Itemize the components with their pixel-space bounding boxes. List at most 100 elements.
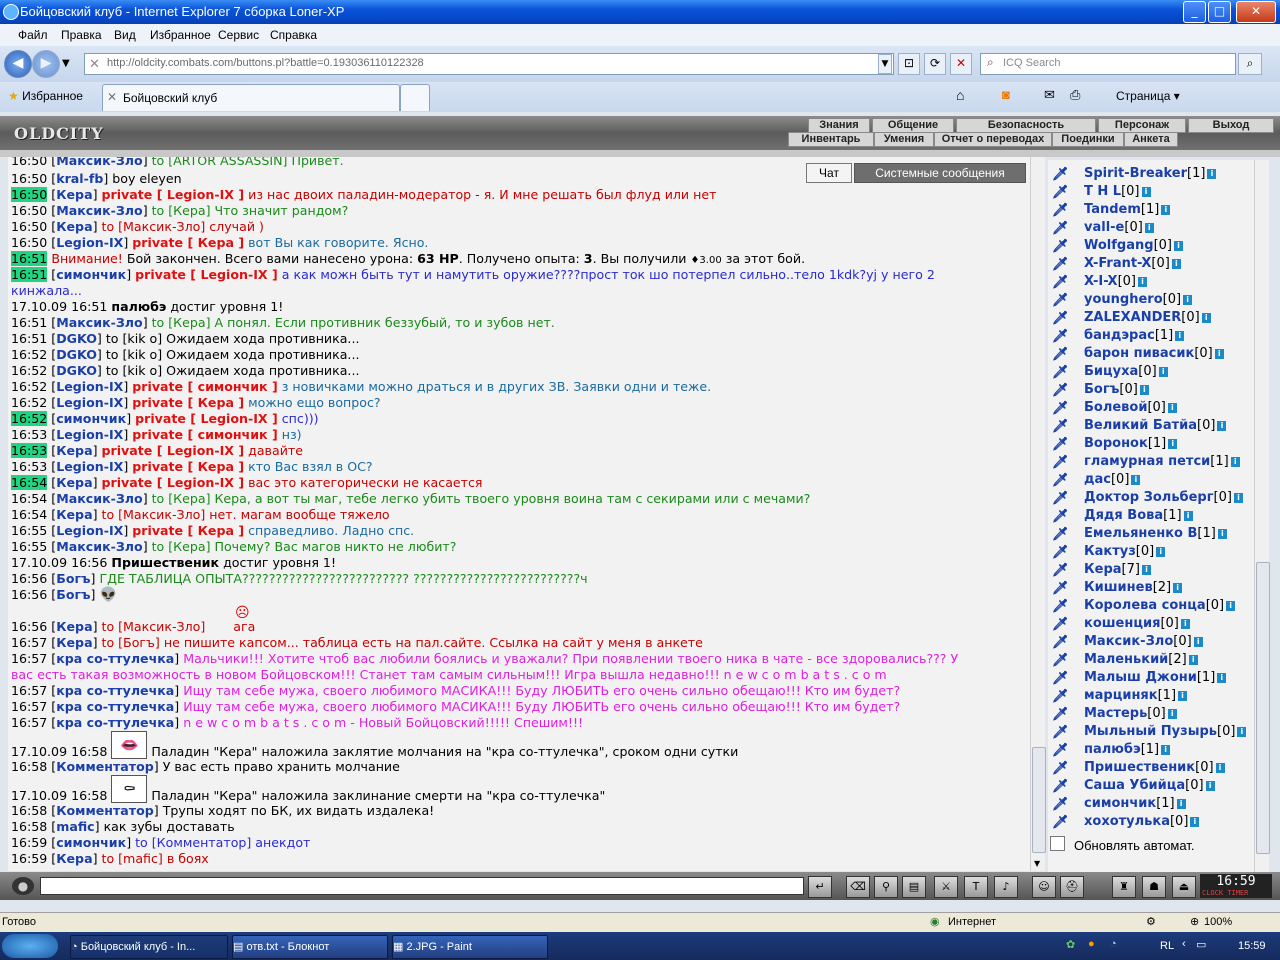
user-list-item[interactable]: 🗡 younghero[0] i: [1052, 292, 1193, 310]
menu-knowledge[interactable]: Знания: [808, 118, 870, 133]
user-list-item[interactable]: 🗡 Кишинев[2] i: [1052, 580, 1183, 598]
menu-view[interactable]: Вид: [114, 28, 136, 42]
chat-nick[interactable]: Legion-IX: [56, 459, 123, 474]
user-nick[interactable]: Мыльный Пузырь: [1084, 724, 1217, 739]
user-list-item[interactable]: 🗡 Мыльный Пузырь[0] i: [1052, 724, 1247, 742]
user-list-item[interactable]: 🗡 X-Frant-X[0] i: [1052, 256, 1181, 274]
chat-nick[interactable]: Богъ: [56, 587, 90, 602]
user-nick[interactable]: Мастерь: [1084, 706, 1147, 721]
chat-nick[interactable]: Кера: [56, 219, 92, 234]
user-list-item[interactable]: 🗡 Маленький[2] i: [1052, 652, 1198, 670]
user-info-icon[interactable]: i: [1217, 420, 1227, 431]
user-info-icon[interactable]: i: [1201, 312, 1211, 323]
compat-icon[interactable]: ⊡: [898, 53, 920, 75]
mail-icon[interactable]: ✉: [1044, 87, 1055, 103]
auto-refresh-checkbox[interactable]: [1050, 836, 1065, 851]
exit-icon[interactable]: ⏏: [1172, 876, 1196, 898]
chat-scrollbar[interactable]: ▼: [1030, 157, 1046, 871]
feeds-icon[interactable]: ◙: [1002, 87, 1010, 102]
user-nick[interactable]: younghero: [1084, 292, 1163, 307]
user-list-item[interactable]: 🗡 Великий Батйа[0] i: [1052, 418, 1227, 436]
menu-fights[interactable]: Поединки: [1052, 132, 1124, 147]
chat-nick[interactable]: Максик-Зло: [56, 203, 142, 218]
network-icon[interactable]: ▭: [1196, 938, 1206, 951]
user-info-icon[interactable]: i: [1217, 528, 1227, 539]
user-info-icon[interactable]: i: [1173, 240, 1183, 251]
chat-nick[interactable]: Legion-IX: [56, 235, 123, 250]
user-list-item[interactable]: 🗡 гламурная петси[1] i: [1052, 454, 1240, 472]
user-nick[interactable]: Болевой: [1084, 400, 1147, 415]
user-list-item[interactable]: 🗡 Богъ[0] i: [1052, 382, 1149, 400]
start-button[interactable]: [2, 934, 58, 958]
user-nick[interactable]: палюбэ: [1084, 742, 1141, 757]
user-info-icon[interactable]: i: [1190, 816, 1200, 827]
chat-nick[interactable]: кра со-ттулечка: [56, 715, 174, 730]
menu-skills[interactable]: Умения: [874, 132, 934, 147]
home-icon[interactable]: ⌂: [956, 87, 964, 103]
user-info-icon[interactable]: i: [1144, 222, 1154, 233]
search-input[interactable]: ICQ Search ⌕: [980, 53, 1236, 75]
user-info-icon[interactable]: i: [1161, 204, 1171, 215]
user-nick[interactable]: Малыш Джони: [1084, 670, 1197, 685]
user-list-item[interactable]: 🗡 марциняк[1] i: [1052, 688, 1188, 706]
chat-nick[interactable]: Кера: [56, 187, 92, 202]
user-info-icon[interactable]: i: [1226, 600, 1236, 611]
user-info-icon[interactable]: i: [1178, 690, 1188, 701]
chat-nick[interactable]: Кера: [56, 619, 92, 634]
user-list-item[interactable]: 🗡 барон пивасик[0] i: [1052, 346, 1224, 364]
user-info-icon[interactable]: i: [1141, 186, 1151, 197]
user-nick[interactable]: дас: [1084, 472, 1111, 487]
chat-nick[interactable]: Максик-Зло: [56, 315, 142, 330]
menu-character[interactable]: Персонаж: [1098, 118, 1186, 133]
chat-nick[interactable]: kral-fb: [56, 171, 103, 186]
translit-icon[interactable]: Т: [964, 876, 988, 898]
user-info-icon[interactable]: i: [1161, 744, 1171, 755]
taskbar-item-paint[interactable]: ▦ 2.JPG - Paint: [392, 935, 548, 959]
print-icon[interactable]: ⎙: [1070, 87, 1080, 103]
stop-icon[interactable]: ✕: [950, 53, 972, 75]
user-info-icon[interactable]: i: [1176, 798, 1186, 809]
user-nick[interactable]: X-I-X: [1084, 274, 1118, 289]
close-button[interactable]: ✕: [1236, 1, 1276, 23]
user-info-icon[interactable]: i: [1183, 510, 1193, 521]
chat-scroll-thumb[interactable]: [1032, 747, 1046, 853]
menu-transfers[interactable]: Отчет о переводах: [934, 132, 1052, 147]
chat-nick[interactable]: симончик: [56, 835, 126, 850]
user-info-icon[interactable]: i: [1167, 708, 1177, 719]
chat-nick[interactable]: Legion-IX: [56, 427, 123, 442]
user-nick[interactable]: Богъ: [1084, 382, 1119, 397]
user-list-item[interactable]: 🗡 Доктор Зольберг[0] i: [1052, 490, 1243, 508]
history-dropdown-icon[interactable]: ▼: [62, 58, 70, 69]
chat-nick[interactable]: Кера: [56, 635, 92, 650]
user-info-icon[interactable]: i: [1217, 672, 1227, 683]
user-info-icon[interactable]: i: [1230, 456, 1240, 467]
favorites-button[interactable]: ★ Избранное: [8, 89, 83, 103]
chat-nick[interactable]: Legion-IX: [56, 379, 123, 394]
smiley-icon[interactable]: ☺: [1032, 876, 1056, 898]
user-nick[interactable]: Кактуз: [1084, 544, 1136, 559]
user-list-item[interactable]: 🗡 Tandem[1] i: [1052, 202, 1171, 220]
user-list-item[interactable]: 🗡 Королева сонца[0] i: [1052, 598, 1236, 616]
chat-nick[interactable]: симончик: [56, 411, 126, 426]
chat-nick[interactable]: Богъ: [56, 571, 90, 586]
user-nick[interactable]: хохотулька: [1084, 814, 1170, 829]
taskbar-item-notepad[interactable]: ▤ отв.txt - Блокнот: [232, 935, 388, 959]
user-nick[interactable]: Доктор Зольберг: [1084, 490, 1214, 505]
tab-chat[interactable]: Чат: [806, 163, 852, 183]
bag-icon[interactable]: ♜: [1112, 876, 1136, 898]
user-nick[interactable]: барон пивасик: [1084, 346, 1194, 361]
taskbar-item-browser[interactable]: ◔ Бойцовский клуб - In...: [70, 935, 228, 959]
user-nick[interactable]: Саша Убийца: [1084, 778, 1185, 793]
menu-inventory[interactable]: Инвентарь: [788, 132, 874, 147]
window-titlebar[interactable]: Бойцовский клуб - Internet Explorer 7 сб…: [0, 0, 1280, 24]
user-info-icon[interactable]: i: [1137, 276, 1147, 287]
user-info-icon[interactable]: i: [1156, 546, 1166, 557]
user-info-icon[interactable]: i: [1215, 762, 1225, 773]
user-nick[interactable]: Королева сонца: [1084, 598, 1206, 613]
send-icon[interactable]: ↵: [808, 876, 832, 898]
address-input[interactable]: ✕ http://oldcity.combats.com/buttons.pl?…: [84, 53, 894, 75]
user-info-icon[interactable]: i: [1183, 294, 1193, 305]
user-list-item[interactable]: 🗡 Малыш Джони[1] i: [1052, 670, 1227, 688]
minimize-button[interactable]: _: [1183, 1, 1206, 23]
user-nick[interactable]: Емельяненко В: [1084, 526, 1197, 541]
